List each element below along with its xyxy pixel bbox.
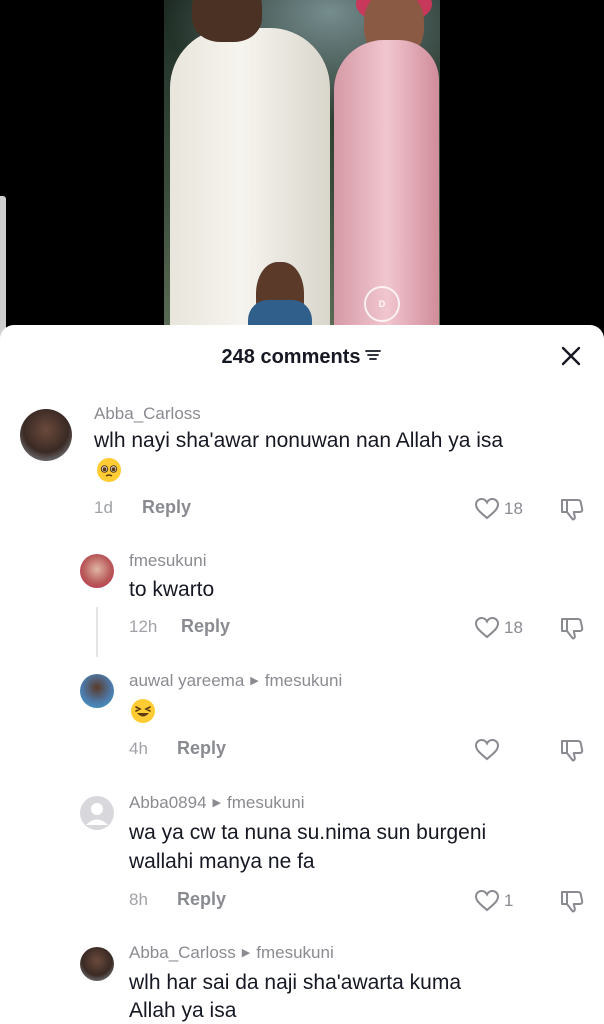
comment-text: wlh nayi sha'awar nonuwan nan Allah ya i… [94,429,504,452]
heart-icon [474,889,500,912]
comment-time: 8h [129,890,148,909]
comments-header: 248 comments [0,325,604,389]
comments-count: 248 comments [221,345,361,368]
comment-username[interactable]: auwal yareema ▶ fmesukuni [129,671,342,691]
avatar[interactable] [80,554,114,588]
laughing-face-icon [130,698,156,724]
like-button[interactable]: 18 [474,495,534,523]
reply-button[interactable]: Reply [177,738,226,759]
comment-time: 1d [94,498,113,517]
avatar[interactable] [80,796,114,830]
avatar[interactable] [20,409,72,461]
comment-time: 4h [129,739,148,758]
video-frame: D [164,0,440,330]
video-person-man-head [192,0,262,42]
avatar[interactable] [80,947,114,981]
heart-icon [474,497,500,520]
pleading-face-icon [96,457,122,483]
like-count: 18 [504,618,523,637]
dislike-icon[interactable] [558,736,586,764]
reply-to-username: fmesukuni [256,943,334,962]
close-icon[interactable] [558,343,584,369]
reply-button[interactable]: Reply [181,616,230,637]
comment-username[interactable]: Abba0894 ▶ fmesukuni [129,793,304,813]
heart-icon [474,616,500,639]
dislike-icon[interactable] [558,887,586,915]
reply-to-username: fmesukuni [227,793,305,812]
comment-text-line: wa ya cw ta nuna su.nima sun burgeni [129,821,487,844]
reply-button[interactable]: Reply [142,497,191,518]
avatar[interactable] [80,674,114,708]
like-count: 18 [504,499,523,518]
thread-line [96,607,98,657]
comment-text-line: wlh har sai da naji sha'awarta kuma [129,971,462,994]
like-button[interactable] [474,736,534,764]
reply-arrow-icon: ▶ [212,797,221,809]
comment-text-line: wallahi manya ne fa [129,850,315,873]
dislike-icon[interactable] [558,614,586,642]
dislike-icon[interactable] [558,495,586,523]
reply-arrow-icon: ▶ [250,675,259,687]
reply-button[interactable]: Reply [177,889,226,910]
sort-icon[interactable] [364,346,382,369]
video-player[interactable]: D [0,0,604,340]
comment-username[interactable]: Abba_Carloss [94,404,201,424]
like-count: 1 [504,891,514,910]
comment-time: 12h [129,617,158,636]
like-button[interactable]: 18 [474,614,534,642]
video-person-man [170,28,330,330]
comments-sheet: 248 comments Abba_Carloss wlh nayi sha'a… [0,325,604,1024]
reply-arrow-icon: ▶ [241,947,251,959]
comment-text: to kwarto [129,578,215,601]
video-watermark-logo: D [364,286,400,322]
heart-icon [474,738,500,761]
like-button[interactable]: 1 [474,887,534,915]
comment-username[interactable]: fmesukuni [129,551,206,571]
reply-to-username: fmesukuni [264,671,343,690]
default-avatar-icon [86,803,108,825]
comment-username[interactable]: Abba_Carloss ▶ fmesukuni [129,943,334,963]
comment-text-line: Allah ya isa [129,999,237,1022]
